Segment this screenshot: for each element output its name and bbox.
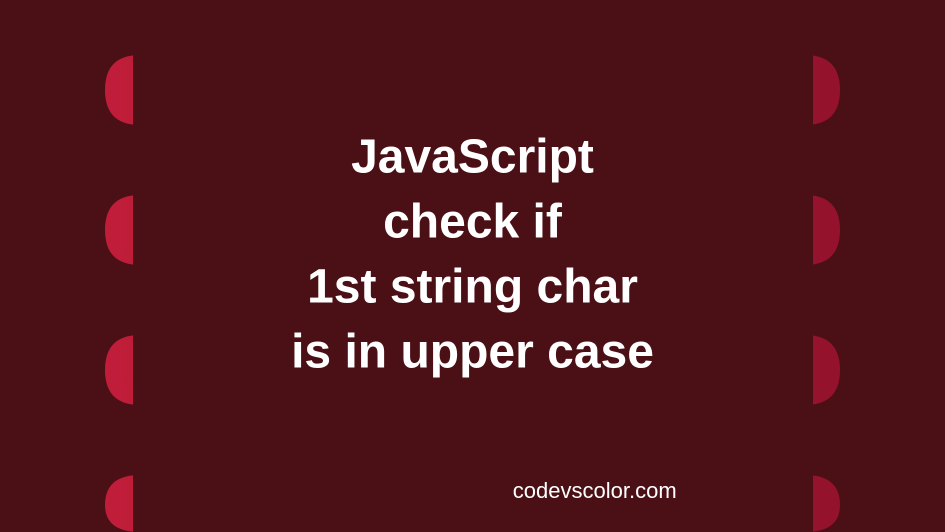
banner-title: JavaScript check if 1st string char is i… (173, 126, 773, 385)
thumbnail-banner: JavaScript check if 1st string char is i… (0, 0, 945, 532)
watermark-text: codevscolor.com (513, 478, 677, 504)
